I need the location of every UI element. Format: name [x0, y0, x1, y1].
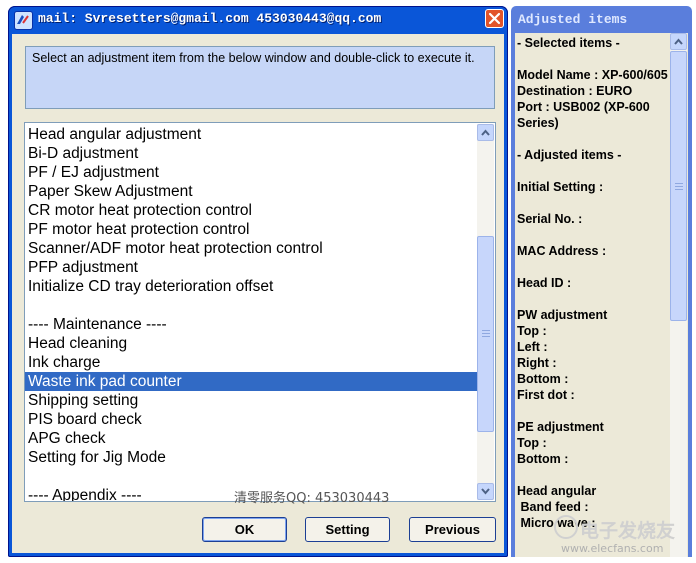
side-scroll-up-button[interactable] [670, 33, 687, 50]
list-item[interactable] [25, 467, 477, 486]
list-item[interactable]: PFP adjustment [25, 258, 477, 277]
qq-watermark: 清零服务QQ: 453030443 [234, 491, 390, 506]
list-item[interactable] [25, 296, 477, 315]
side-line [517, 163, 669, 179]
side-line [517, 259, 669, 275]
side-line: Band feed : [517, 500, 589, 514]
list-item[interactable]: Bi-D adjustment [25, 144, 477, 163]
side-line [517, 403, 669, 419]
list-item[interactable]: PIS board check [25, 410, 477, 429]
side-line: Model Name : XP-600/605 [517, 68, 668, 82]
close-button[interactable] [485, 9, 504, 28]
side-line [517, 51, 669, 67]
side-panel-client: - Selected items - Model Name : XP-600/60… [515, 33, 688, 557]
main-dialog: mail: Svresetters@gmail.com 453030443@qq… [8, 6, 508, 557]
adjusted-items-text: - Selected items - Model Name : XP-600/60… [517, 35, 669, 531]
side-line: MAC Address : [517, 244, 607, 258]
elecfans-watermark-cn: 电子发烧友 [580, 520, 676, 542]
scroll-thumb[interactable] [477, 236, 494, 432]
list-item[interactable]: PF motor heat protection control [25, 220, 477, 239]
previous-button[interactable]: Previous [409, 517, 496, 542]
title-bar: mail: Svresetters@gmail.com 453030443@qq… [8, 6, 508, 34]
list-item[interactable]: Paper Skew Adjustment [25, 182, 477, 201]
list-item[interactable]: Setting for Jig Mode [25, 448, 477, 467]
side-line: Destination : EURO [517, 84, 633, 98]
side-line: - Adjusted items - [517, 148, 622, 162]
list-item[interactable]: CR motor heat protection control [25, 201, 477, 220]
adjustment-list[interactable]: Head angular adjustment Bi-D adjustment PF… [24, 122, 496, 502]
side-line: Left : [517, 340, 548, 354]
chevron-up-icon [481, 129, 490, 136]
elecfans-watermark-url: www.elecfans.com [561, 542, 664, 555]
side-line: Bottom : [517, 372, 569, 386]
side-line: Head ID : [517, 276, 572, 290]
side-line: PW adjustment [517, 308, 608, 322]
side-line [517, 195, 669, 211]
list-item[interactable]: Head angular adjustment [25, 125, 477, 144]
list-item[interactable]: Waste ink pad counter [25, 372, 477, 391]
window-title: mail: Svresetters@gmail.com 453030443@qq… [38, 11, 382, 26]
list-item[interactable]: PF / EJ adjustment [25, 163, 477, 182]
instruction-box: Select an adjustment item from the below… [25, 46, 495, 109]
side-line: First dot : [517, 388, 575, 402]
side-line: Top : [517, 324, 547, 338]
side-scrollbar[interactable] [670, 33, 687, 557]
side-line: Head angular [517, 484, 597, 498]
list-item[interactable]: Scanner/ADF motor heat protection contro… [25, 239, 477, 258]
side-line: Port : USB002 (XP-600 Series) [517, 100, 654, 130]
elecfans-logo-icon [554, 515, 578, 539]
side-line: Bottom : [517, 452, 569, 466]
side-line: Top : [517, 436, 547, 450]
side-line: Serial No. : [517, 212, 583, 226]
dialog-client: Select an adjustment item from the below… [12, 34, 504, 553]
side-line [517, 131, 669, 147]
close-icon [488, 12, 501, 25]
side-panel-title: Adjusted items [518, 12, 628, 27]
side-line [517, 291, 669, 307]
app-icon [14, 11, 33, 30]
list-item[interactable]: ---- Maintenance ---- [25, 315, 477, 334]
setting-button[interactable]: Setting [305, 517, 390, 542]
list-item[interactable]: Head cleaning [25, 334, 477, 353]
side-line: PE adjustment [517, 420, 604, 434]
list-item[interactable]: Shipping setting [25, 391, 477, 410]
side-line [517, 467, 669, 483]
side-scroll-thumb[interactable] [670, 51, 687, 321]
list-item[interactable]: Ink charge [25, 353, 477, 372]
chevron-up-icon [674, 38, 683, 45]
side-line [517, 227, 669, 243]
side-line: Initial Setting : [517, 180, 604, 194]
scroll-down-button[interactable] [477, 483, 494, 500]
list-item[interactable]: Initialize CD tray deterioration offset [25, 277, 477, 296]
list-items: Head angular adjustment Bi-D adjustment PF… [25, 125, 477, 501]
adjusted-items-panel: Adjusted items - Selected items - Model N… [511, 6, 692, 557]
scroll-up-button[interactable] [477, 124, 494, 141]
list-item[interactable]: APG check [25, 429, 477, 448]
side-line: Right : [517, 356, 557, 370]
list-scrollbar[interactable] [477, 124, 494, 500]
chevron-down-icon [481, 488, 490, 495]
side-line: - Selected items - [517, 36, 620, 50]
ok-button[interactable]: OK [202, 517, 287, 542]
